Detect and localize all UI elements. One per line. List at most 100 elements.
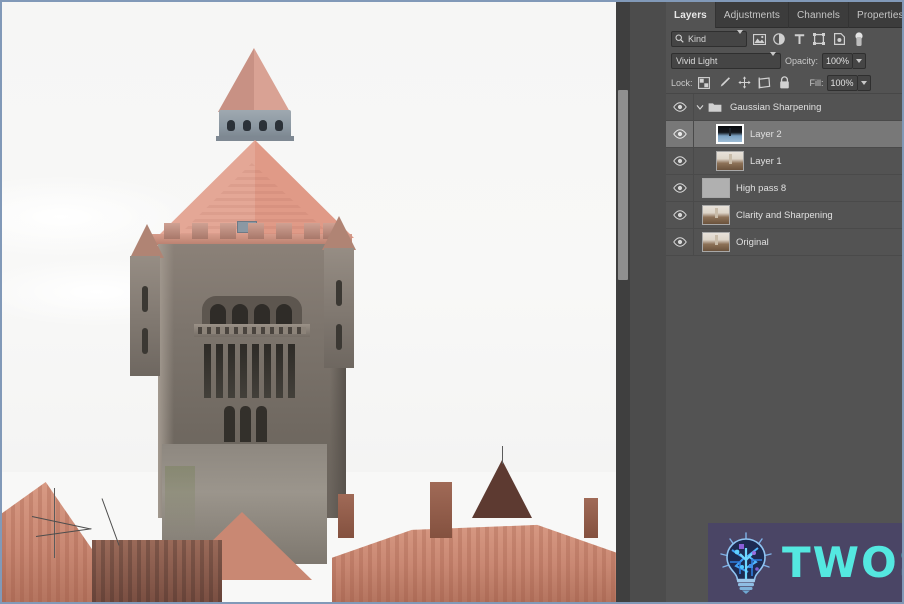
fill-value: 100% bbox=[830, 77, 854, 88]
left-turret-cap bbox=[130, 224, 164, 258]
lock-row: Lock: Fill: 100% bbox=[666, 72, 902, 94]
layer-row-group[interactable]: Gaussian Sharpening bbox=[666, 94, 902, 121]
photoshop-window: Layers Adjustments Channels Properties K… bbox=[0, 0, 904, 604]
twos-watermark: TWOS bbox=[708, 523, 902, 602]
tab-layers-label: Layers bbox=[674, 9, 707, 21]
lock-image-pixels-icon[interactable] bbox=[716, 75, 733, 91]
smart-object-filter-icon[interactable] bbox=[831, 31, 847, 47]
search-icon bbox=[675, 34, 684, 45]
chimney bbox=[338, 494, 354, 538]
layer-row-layer-2[interactable]: Layer 2 bbox=[666, 121, 902, 148]
blend-mode-row: Vivid Light Opacity: 100% bbox=[666, 50, 902, 72]
lock-position-icon[interactable] bbox=[736, 75, 753, 91]
filter-kind-dropdown[interactable]: Kind bbox=[671, 30, 747, 47]
turret-arrow-slit bbox=[336, 280, 342, 306]
layer-thumbnail[interactable] bbox=[702, 232, 730, 252]
tower-top-spire-shade bbox=[218, 48, 254, 112]
turret-arrow-slit bbox=[336, 324, 342, 350]
layer-row-layer-1[interactable]: Layer 1 bbox=[666, 148, 902, 175]
lantern-opening bbox=[243, 120, 251, 131]
tab-layers[interactable]: Layers bbox=[666, 2, 716, 28]
tab-channels[interactable]: Channels bbox=[789, 2, 850, 28]
opacity-label: Opacity: bbox=[785, 56, 819, 66]
lantern-opening bbox=[259, 120, 267, 131]
layers-panel: Layers Adjustments Channels Properties K… bbox=[666, 2, 904, 602]
group-expand-chevron-icon[interactable] bbox=[694, 103, 706, 111]
lock-artboard-nesting-icon[interactable] bbox=[756, 75, 773, 91]
layer-thumbnail[interactable] bbox=[716, 151, 744, 171]
layer-name: Clarity and Sharpening bbox=[736, 209, 833, 221]
blend-mode-value: Vivid Light bbox=[676, 56, 718, 66]
left-turret bbox=[130, 256, 160, 376]
tower-window-columns bbox=[204, 344, 300, 398]
left-roof bbox=[2, 482, 97, 602]
lightbulb-icon bbox=[718, 532, 774, 594]
panel-tab-bar: Layers Adjustments Channels Properties bbox=[666, 2, 904, 28]
canvas-vertical-scrollbar[interactable] bbox=[616, 2, 630, 602]
layer-visibility-toggle[interactable] bbox=[666, 121, 694, 147]
tv-antenna-mast bbox=[54, 488, 55, 558]
workspace-gutter bbox=[630, 2, 666, 602]
scrollbar-thumb[interactable] bbox=[618, 90, 628, 280]
tower-window bbox=[256, 406, 267, 442]
tower-window bbox=[240, 406, 251, 442]
antenna-wire bbox=[101, 498, 120, 546]
layer-visibility-toggle[interactable] bbox=[666, 94, 694, 120]
balcony-balustrade bbox=[198, 327, 306, 334]
type-layer-filter-icon[interactable] bbox=[791, 31, 807, 47]
layer-thumbnail[interactable] bbox=[702, 205, 730, 225]
shape-layer-filter-icon[interactable] bbox=[811, 31, 827, 47]
layer-visibility-toggle[interactable] bbox=[666, 148, 694, 174]
tab-adjustments[interactable]: Adjustments bbox=[716, 2, 789, 28]
layer-name: Layer 1 bbox=[750, 155, 782, 167]
layer-name: High pass 8 bbox=[736, 182, 787, 194]
layer-visibility-toggle[interactable] bbox=[666, 229, 694, 255]
layer-name: Gaussian Sharpening bbox=[730, 101, 822, 113]
chimney bbox=[584, 498, 598, 538]
opacity-value: 100% bbox=[826, 56, 850, 66]
layer-thumbnail[interactable] bbox=[702, 178, 730, 198]
tab-properties[interactable]: Properties bbox=[849, 2, 904, 28]
lantern-opening bbox=[275, 120, 283, 131]
layer-name: Original bbox=[736, 236, 769, 248]
opacity-stepper[interactable] bbox=[853, 53, 867, 69]
filter-toggle-switch[interactable] bbox=[851, 31, 867, 47]
tab-properties-label: Properties bbox=[857, 9, 904, 21]
center-roof-dark bbox=[92, 540, 222, 602]
layer-thumbnail[interactable] bbox=[716, 124, 744, 144]
layer-visibility-toggle[interactable] bbox=[666, 202, 694, 228]
document-canvas[interactable] bbox=[2, 2, 616, 602]
opacity-input[interactable]: 100% bbox=[822, 53, 854, 69]
fill-input[interactable]: 100% bbox=[826, 74, 858, 91]
tab-adjustments-label: Adjustments bbox=[723, 9, 780, 21]
right-roof bbox=[332, 524, 616, 602]
village-rooftops bbox=[2, 444, 616, 602]
layer-row-clarity-and-sharpening[interactable]: Clarity and Sharpening bbox=[666, 202, 902, 229]
filter-kind-value: Kind bbox=[688, 34, 707, 44]
layer-visibility-toggle[interactable] bbox=[666, 175, 694, 201]
chevron-down-icon bbox=[770, 52, 776, 66]
chimney bbox=[430, 482, 452, 538]
pixel-layer-filter-icon[interactable] bbox=[751, 31, 767, 47]
fill-label: Fill: bbox=[809, 77, 824, 88]
blend-mode-dropdown[interactable]: Vivid Light bbox=[671, 52, 781, 69]
crenellation-row bbox=[164, 223, 339, 239]
layer-row-original[interactable]: Original bbox=[666, 229, 902, 256]
tower-arcade-gallery bbox=[202, 296, 302, 326]
fill-stepper[interactable] bbox=[857, 74, 871, 91]
turret-arrow-slit bbox=[142, 286, 148, 312]
lantern-opening bbox=[227, 120, 235, 131]
lock-all-icon[interactable] bbox=[776, 75, 793, 91]
adjustment-layer-filter-icon[interactable] bbox=[771, 31, 787, 47]
twos-wordmark: TWOS bbox=[782, 538, 902, 587]
layer-row-high-pass-8[interactable]: High pass 8 bbox=[666, 175, 902, 202]
chevron-down-icon bbox=[737, 30, 743, 44]
lock-label: Lock: bbox=[671, 77, 693, 88]
folder-icon bbox=[706, 102, 724, 113]
layer-name: Layer 2 bbox=[750, 128, 782, 140]
canvas-image bbox=[2, 2, 616, 602]
turret-arrow-slit bbox=[142, 328, 148, 354]
tower-window bbox=[224, 406, 235, 442]
right-turret-cap bbox=[322, 216, 356, 250]
lock-transparent-pixels-icon[interactable] bbox=[696, 75, 713, 91]
